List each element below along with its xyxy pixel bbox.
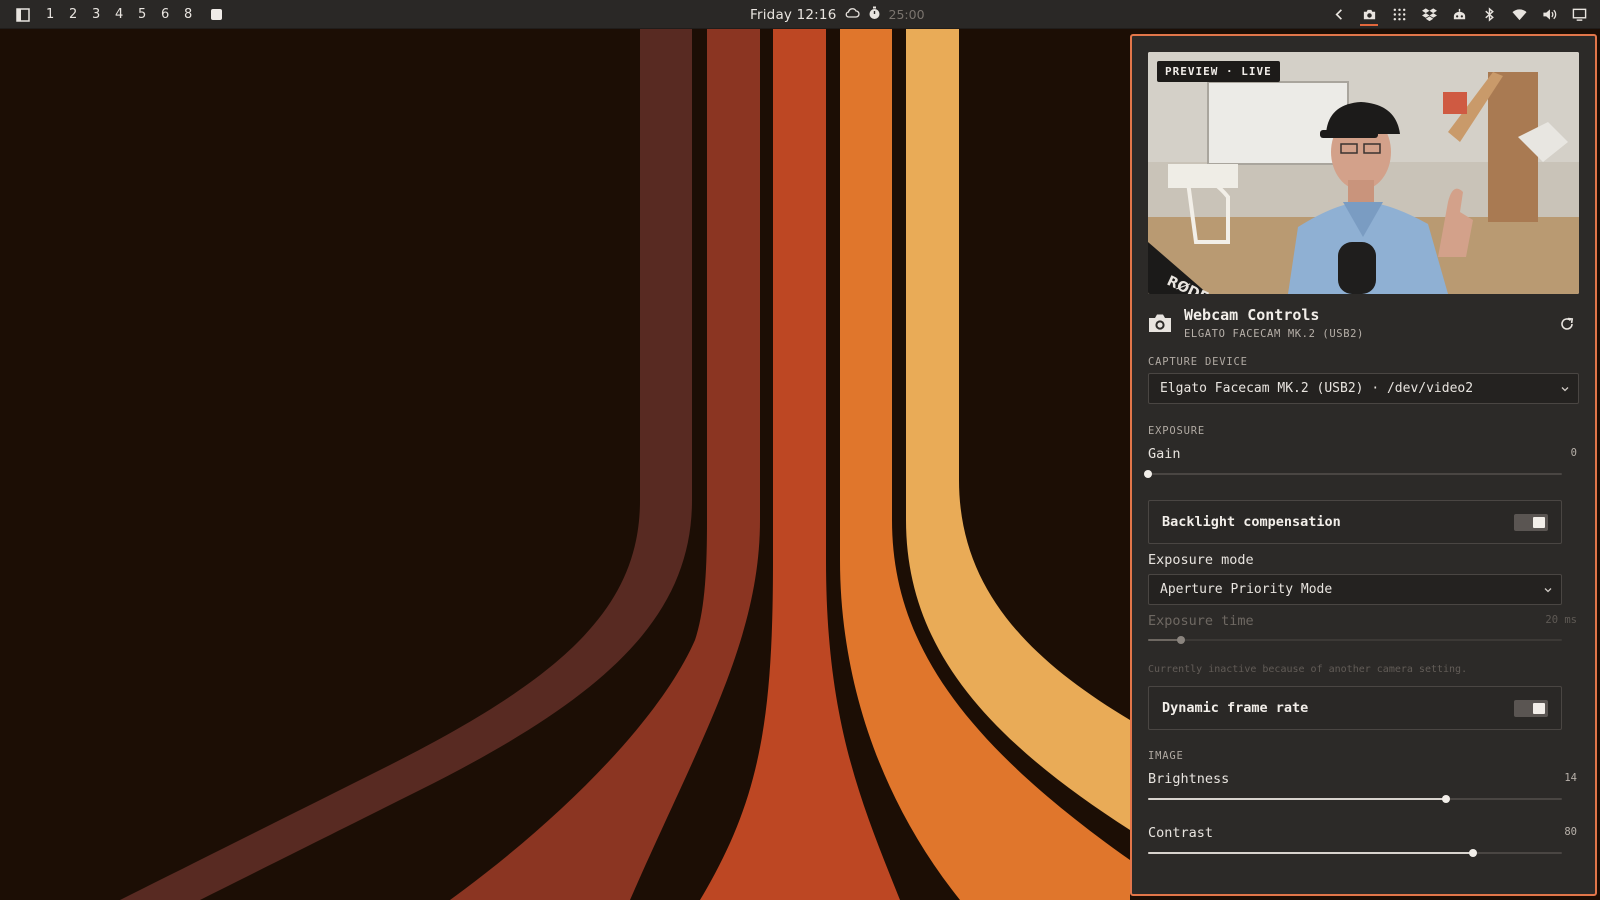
chevron-left-icon[interactable] bbox=[1330, 6, 1348, 24]
contrast-slider[interactable] bbox=[1148, 847, 1562, 859]
capture-device-value: Elgato Facecam MK.2 (USB2) · /dev/video2 bbox=[1160, 381, 1474, 396]
exposure-time-slider[interactable] bbox=[1148, 634, 1562, 646]
exposure-mode-select[interactable]: Aperture Priority Mode bbox=[1148, 574, 1562, 605]
top-bar: 1 2 3 4 5 6 8 Friday 12:16 25:00 bbox=[0, 0, 1600, 29]
camera-icon[interactable] bbox=[1360, 4, 1378, 26]
brightness-label: Brightness bbox=[1148, 771, 1230, 787]
toggle-knob bbox=[1533, 703, 1545, 714]
workspace-3[interactable]: 3 bbox=[92, 7, 115, 22]
active-workspace-indicator[interactable] bbox=[211, 9, 222, 20]
preview-live-badge: PREVIEW · LIVE bbox=[1157, 61, 1280, 82]
device-subtitle: ELGATO FACECAM MK.2 (USB2) bbox=[1184, 328, 1364, 340]
system-tray bbox=[1330, 0, 1588, 29]
workspace-5[interactable]: 5 bbox=[138, 7, 161, 22]
wifi-icon[interactable] bbox=[1510, 6, 1528, 24]
contrast-label: Contrast bbox=[1148, 825, 1214, 841]
chevron-down-icon bbox=[1544, 588, 1552, 593]
capture-device-section-label: CAPTURE DEVICE bbox=[1148, 356, 1248, 368]
contrast-slider-thumb[interactable] bbox=[1468, 849, 1477, 857]
exposure-time-slider-track bbox=[1148, 639, 1562, 641]
workspace-4[interactable]: 4 bbox=[115, 7, 138, 22]
gain-slider-track bbox=[1148, 473, 1562, 475]
grid-icon[interactable] bbox=[1390, 6, 1408, 24]
dynamic-frame-rate-toggle[interactable] bbox=[1514, 700, 1548, 717]
exposure-mode-value: Aperture Priority Mode bbox=[1160, 582, 1333, 597]
chevron-down-icon bbox=[1561, 387, 1569, 392]
image-section-label: IMAGE bbox=[1148, 750, 1184, 762]
volume-icon[interactable] bbox=[1540, 6, 1558, 24]
workspace-6[interactable]: 6 bbox=[161, 7, 184, 22]
clock[interactable]: Friday 12:16 bbox=[750, 7, 837, 23]
contrast-slider-fill bbox=[1148, 852, 1473, 854]
dropbox-icon[interactable] bbox=[1420, 6, 1438, 24]
workspace-2[interactable]: 2 bbox=[69, 7, 92, 22]
panel-title: Webcam Controls bbox=[1184, 306, 1320, 324]
brightness-value: 14 bbox=[1564, 772, 1577, 784]
exposure-section-label: EXPOSURE bbox=[1148, 425, 1205, 437]
cloud-icon bbox=[845, 7, 860, 23]
backlight-compensation-row: Backlight compensation bbox=[1148, 500, 1562, 544]
panel-header: Webcam Controls ELGATO FACECAM MK.2 (USB… bbox=[1148, 306, 1579, 346]
webcam-controls-panel: RØDE PREVIEW · LIVE Webcam Controls ELGA… bbox=[1130, 34, 1597, 896]
exposure-time-value: 20 ms bbox=[1545, 614, 1577, 626]
workspace-1[interactable]: 1 bbox=[46, 7, 69, 22]
stopwatch-icon[interactable] bbox=[868, 6, 881, 24]
exposure-time-label: Exposure time bbox=[1148, 613, 1254, 629]
refresh-icon[interactable] bbox=[1559, 316, 1575, 332]
clock-area: Friday 12:16 25:00 bbox=[750, 0, 925, 29]
bluetooth-icon[interactable] bbox=[1480, 6, 1498, 24]
gain-slider[interactable] bbox=[1144, 468, 1562, 480]
capture-device-select[interactable]: Elgato Facecam MK.2 (USB2) · /dev/video2 bbox=[1148, 373, 1579, 404]
workspace-switcher: 1 2 3 4 5 6 8 bbox=[14, 0, 222, 29]
webcam-preview-image: RØDE bbox=[1148, 52, 1579, 294]
toggle-knob bbox=[1533, 517, 1545, 528]
gain-slider-thumb[interactable] bbox=[1144, 470, 1152, 478]
exposure-time-slider-thumb[interactable] bbox=[1177, 636, 1186, 644]
backlight-compensation-label: Backlight compensation bbox=[1162, 514, 1341, 530]
gain-value: 0 bbox=[1570, 447, 1577, 459]
webcam-preview: RØDE PREVIEW · LIVE bbox=[1148, 52, 1579, 294]
launcher-icon[interactable] bbox=[14, 6, 32, 24]
dynamic-frame-rate-label: Dynamic frame rate bbox=[1162, 700, 1309, 716]
brightness-slider-fill bbox=[1148, 798, 1447, 800]
contrast-value: 80 bbox=[1564, 826, 1577, 838]
dynamic-frame-rate-row: Dynamic frame rate bbox=[1148, 686, 1562, 730]
backlight-compensation-toggle[interactable] bbox=[1514, 514, 1548, 531]
exposure-time-inactive-hint: Currently inactive because of another ca… bbox=[1148, 664, 1468, 675]
camera-icon bbox=[1149, 314, 1171, 332]
pomodoro-timer[interactable]: 25:00 bbox=[889, 7, 925, 22]
exposure-mode-label: Exposure mode bbox=[1148, 552, 1254, 568]
monitor-icon[interactable] bbox=[1570, 6, 1588, 24]
brightness-slider[interactable] bbox=[1148, 793, 1562, 805]
brightness-slider-thumb[interactable] bbox=[1442, 795, 1451, 803]
workspace-8[interactable]: 8 bbox=[184, 7, 207, 22]
gain-label: Gain bbox=[1148, 446, 1181, 462]
robot-icon[interactable] bbox=[1450, 6, 1468, 24]
